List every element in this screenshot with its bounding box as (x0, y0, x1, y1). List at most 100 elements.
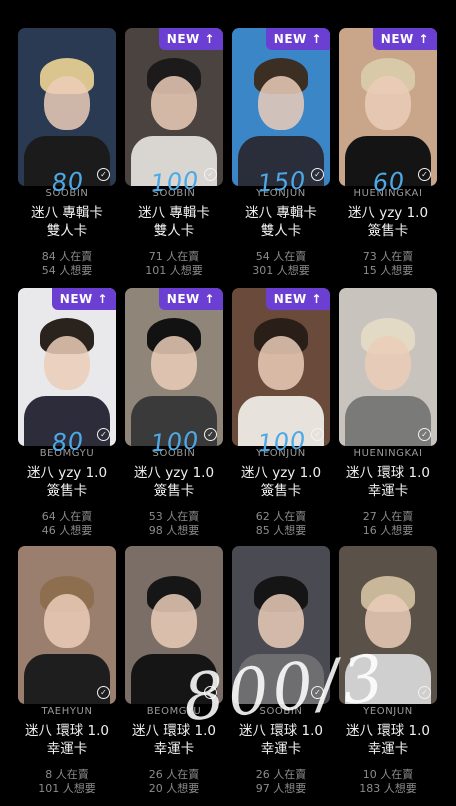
photocard-image[interactable]: NEW ↑ ✓ (232, 28, 330, 186)
face-shape (258, 336, 304, 390)
photocard-item[interactable]: NEW ↑ ✓ YEONJUN 100 迷八 yzy 1.0 簽售卡 62 人在賣 85 人想… (232, 288, 338, 548)
handwritten-price: 100 (149, 166, 201, 198)
check-circle-icon: ✓ (418, 428, 431, 441)
card-title-line2: 簽售卡 (367, 223, 409, 239)
photocard-image[interactable]: NEW ↑ ✓ (18, 288, 116, 446)
photocard-item[interactable]: ✓ HUENINGKAI 迷八 環球 1.0 幸運卡 27 人在賣 16 人想要 (339, 288, 445, 548)
wanting-count: 20 人想要 (148, 782, 200, 795)
card-title-line2: 簽售卡 (46, 483, 88, 499)
wanting-count: 54 人想要 (41, 264, 93, 277)
wanting-count: 98 人想要 (148, 524, 200, 537)
selling-count: 10 人在賣 (362, 768, 414, 781)
card-title-line1: 迷八 yzy 1.0 (26, 465, 108, 481)
selling-count: 71 人在賣 (148, 250, 200, 263)
selling-count: 84 人在賣 (41, 250, 93, 263)
new-badge: NEW ↑ (265, 28, 330, 50)
face-shape (44, 594, 90, 648)
new-badge: NEW ↑ (158, 28, 223, 50)
wanting-count: 15 人想要 (362, 264, 414, 277)
face-shape (365, 76, 411, 130)
card-title-line2: 簽售卡 (260, 483, 302, 499)
wanting-count: 97 人想要 (255, 782, 307, 795)
face-shape (44, 76, 90, 130)
photocard-image[interactable]: ✓ (18, 546, 116, 704)
face-shape (365, 336, 411, 390)
handwritten-price: 150 (256, 166, 308, 198)
photocard-image[interactable]: NEW ↑ ✓ (339, 28, 437, 186)
card-title: 迷八 yzy 1.0 簽售卡 (18, 464, 116, 500)
card-title-line1: 迷八 專輯卡 (31, 205, 103, 221)
face-shape (151, 76, 197, 130)
handwritten-price: 100 (256, 426, 308, 458)
selling-count: 27 人在賣 (362, 510, 414, 523)
face-shape (258, 594, 304, 648)
wanting-count: 16 人想要 (362, 524, 414, 537)
photocard-image[interactable]: NEW ↑ ✓ (125, 288, 223, 446)
card-title: 迷八 專輯卡 雙人卡 (125, 204, 223, 240)
selling-count: 26 人在賣 (255, 768, 307, 781)
card-title-line2: 幸運卡 (367, 483, 409, 499)
new-badge: NEW ↑ (372, 28, 437, 50)
handwritten-price: 100 (149, 426, 201, 458)
card-title: 迷八 yzy 1.0 簽售卡 (232, 464, 330, 500)
new-badge: NEW ↑ (51, 288, 116, 310)
check-circle-icon: ✓ (418, 686, 431, 699)
member-name: HUENINGKAI (353, 448, 423, 459)
card-title: 迷八 專輯卡 雙人卡 (232, 204, 330, 240)
wanting-count: 46 人想要 (41, 524, 93, 537)
face-shape (151, 336, 197, 390)
handwritten-price: 60 (371, 166, 407, 198)
handwritten-price: 80 (50, 426, 86, 458)
selling-count: 73 人在賣 (362, 250, 414, 263)
face-shape (365, 594, 411, 648)
new-badge: NEW ↑ (158, 288, 223, 310)
face-shape (151, 594, 197, 648)
photocard-item[interactable]: NEW ↑ ✓ HUENINGKAI 60 迷八 yzy 1.0 簽售卡 73 人在賣 15 … (339, 28, 445, 288)
photocard-item[interactable]: NEW ↑ ✓ SOOBIN 100 迷八 專輯卡 雙人卡 71 人在賣 101 人想要 (125, 28, 231, 288)
wanting-count: 301 人想要 (252, 264, 310, 277)
photocard-item[interactable]: NEW ↑ ✓ YEONJUN 150 迷八 專輯卡 雙人卡 54 人在賣 301 人想要 (232, 28, 338, 288)
member-name: TAEHYUN (41, 706, 93, 717)
card-title: 迷八 環球 1.0 幸運卡 (339, 464, 437, 500)
photocard-image[interactable]: NEW ↑ ✓ (125, 28, 223, 186)
photocard-item[interactable]: ✓ SOOBIN 80 迷八 專輯卡 雙人卡 84 人在賣 54 人想要 (18, 28, 124, 288)
card-title-line2: 雙人卡 (260, 223, 302, 239)
selling-count: 53 人在賣 (148, 510, 200, 523)
photocard-item[interactable]: NEW ↑ ✓ BEOMGYU 80 迷八 yzy 1.0 簽售卡 64 人在賣 46 人想要 (18, 288, 124, 548)
selling-count: 8 人在賣 (45, 768, 89, 781)
card-title: 迷八 yzy 1.0 簽售卡 (339, 204, 437, 240)
handwritten-price: 80 (50, 166, 86, 198)
photocard-image[interactable]: ✓ (339, 288, 437, 446)
body-shape (345, 396, 431, 446)
bundle-price-overlay: 800/3 (179, 641, 391, 737)
face-shape (258, 76, 304, 130)
selling-count: 62 人在賣 (255, 510, 307, 523)
card-title-line2: 雙人卡 (153, 223, 195, 239)
photocard-image[interactable]: ✓ (18, 28, 116, 186)
wanting-count: 101 人想要 (145, 264, 203, 277)
card-title: 迷八 環球 1.0 幸運卡 (18, 722, 116, 758)
card-title-line1: 迷八 yzy 1.0 (133, 465, 215, 481)
photocard-item[interactable]: NEW ↑ ✓ SOOBIN 100 迷八 yzy 1.0 簽售卡 53 人在賣 98 人想要 (125, 288, 231, 548)
body-shape (24, 654, 110, 704)
new-badge: NEW ↑ (265, 288, 330, 310)
card-title-line1: 迷八 專輯卡 (245, 205, 317, 221)
card-title-line1: 迷八 環球 1.0 (24, 723, 110, 739)
card-title-line1: 迷八 專輯卡 (138, 205, 210, 221)
selling-count: 64 人在賣 (41, 510, 93, 523)
card-title-line1: 迷八 環球 1.0 (345, 465, 431, 481)
card-title: 迷八 專輯卡 雙人卡 (18, 204, 116, 240)
face-shape (44, 336, 90, 390)
card-title-line2: 雙人卡 (46, 223, 88, 239)
card-title: 迷八 yzy 1.0 簽售卡 (125, 464, 223, 500)
photocard-item[interactable]: ✓ TAEHYUN 迷八 環球 1.0 幸運卡 8 人在賣 101 人想要 (18, 546, 124, 806)
wanting-count: 183 人想要 (359, 782, 417, 795)
wanting-count: 101 人想要 (38, 782, 96, 795)
card-title-line2: 簽售卡 (153, 483, 195, 499)
card-title-line1: 迷八 yzy 1.0 (347, 205, 429, 221)
check-circle-icon: ✓ (97, 686, 110, 699)
photocard-image[interactable]: NEW ↑ ✓ (232, 288, 330, 446)
card-title-line1: 迷八 yzy 1.0 (240, 465, 322, 481)
card-title-line2: 幸運卡 (46, 741, 88, 757)
selling-count: 54 人在賣 (255, 250, 307, 263)
